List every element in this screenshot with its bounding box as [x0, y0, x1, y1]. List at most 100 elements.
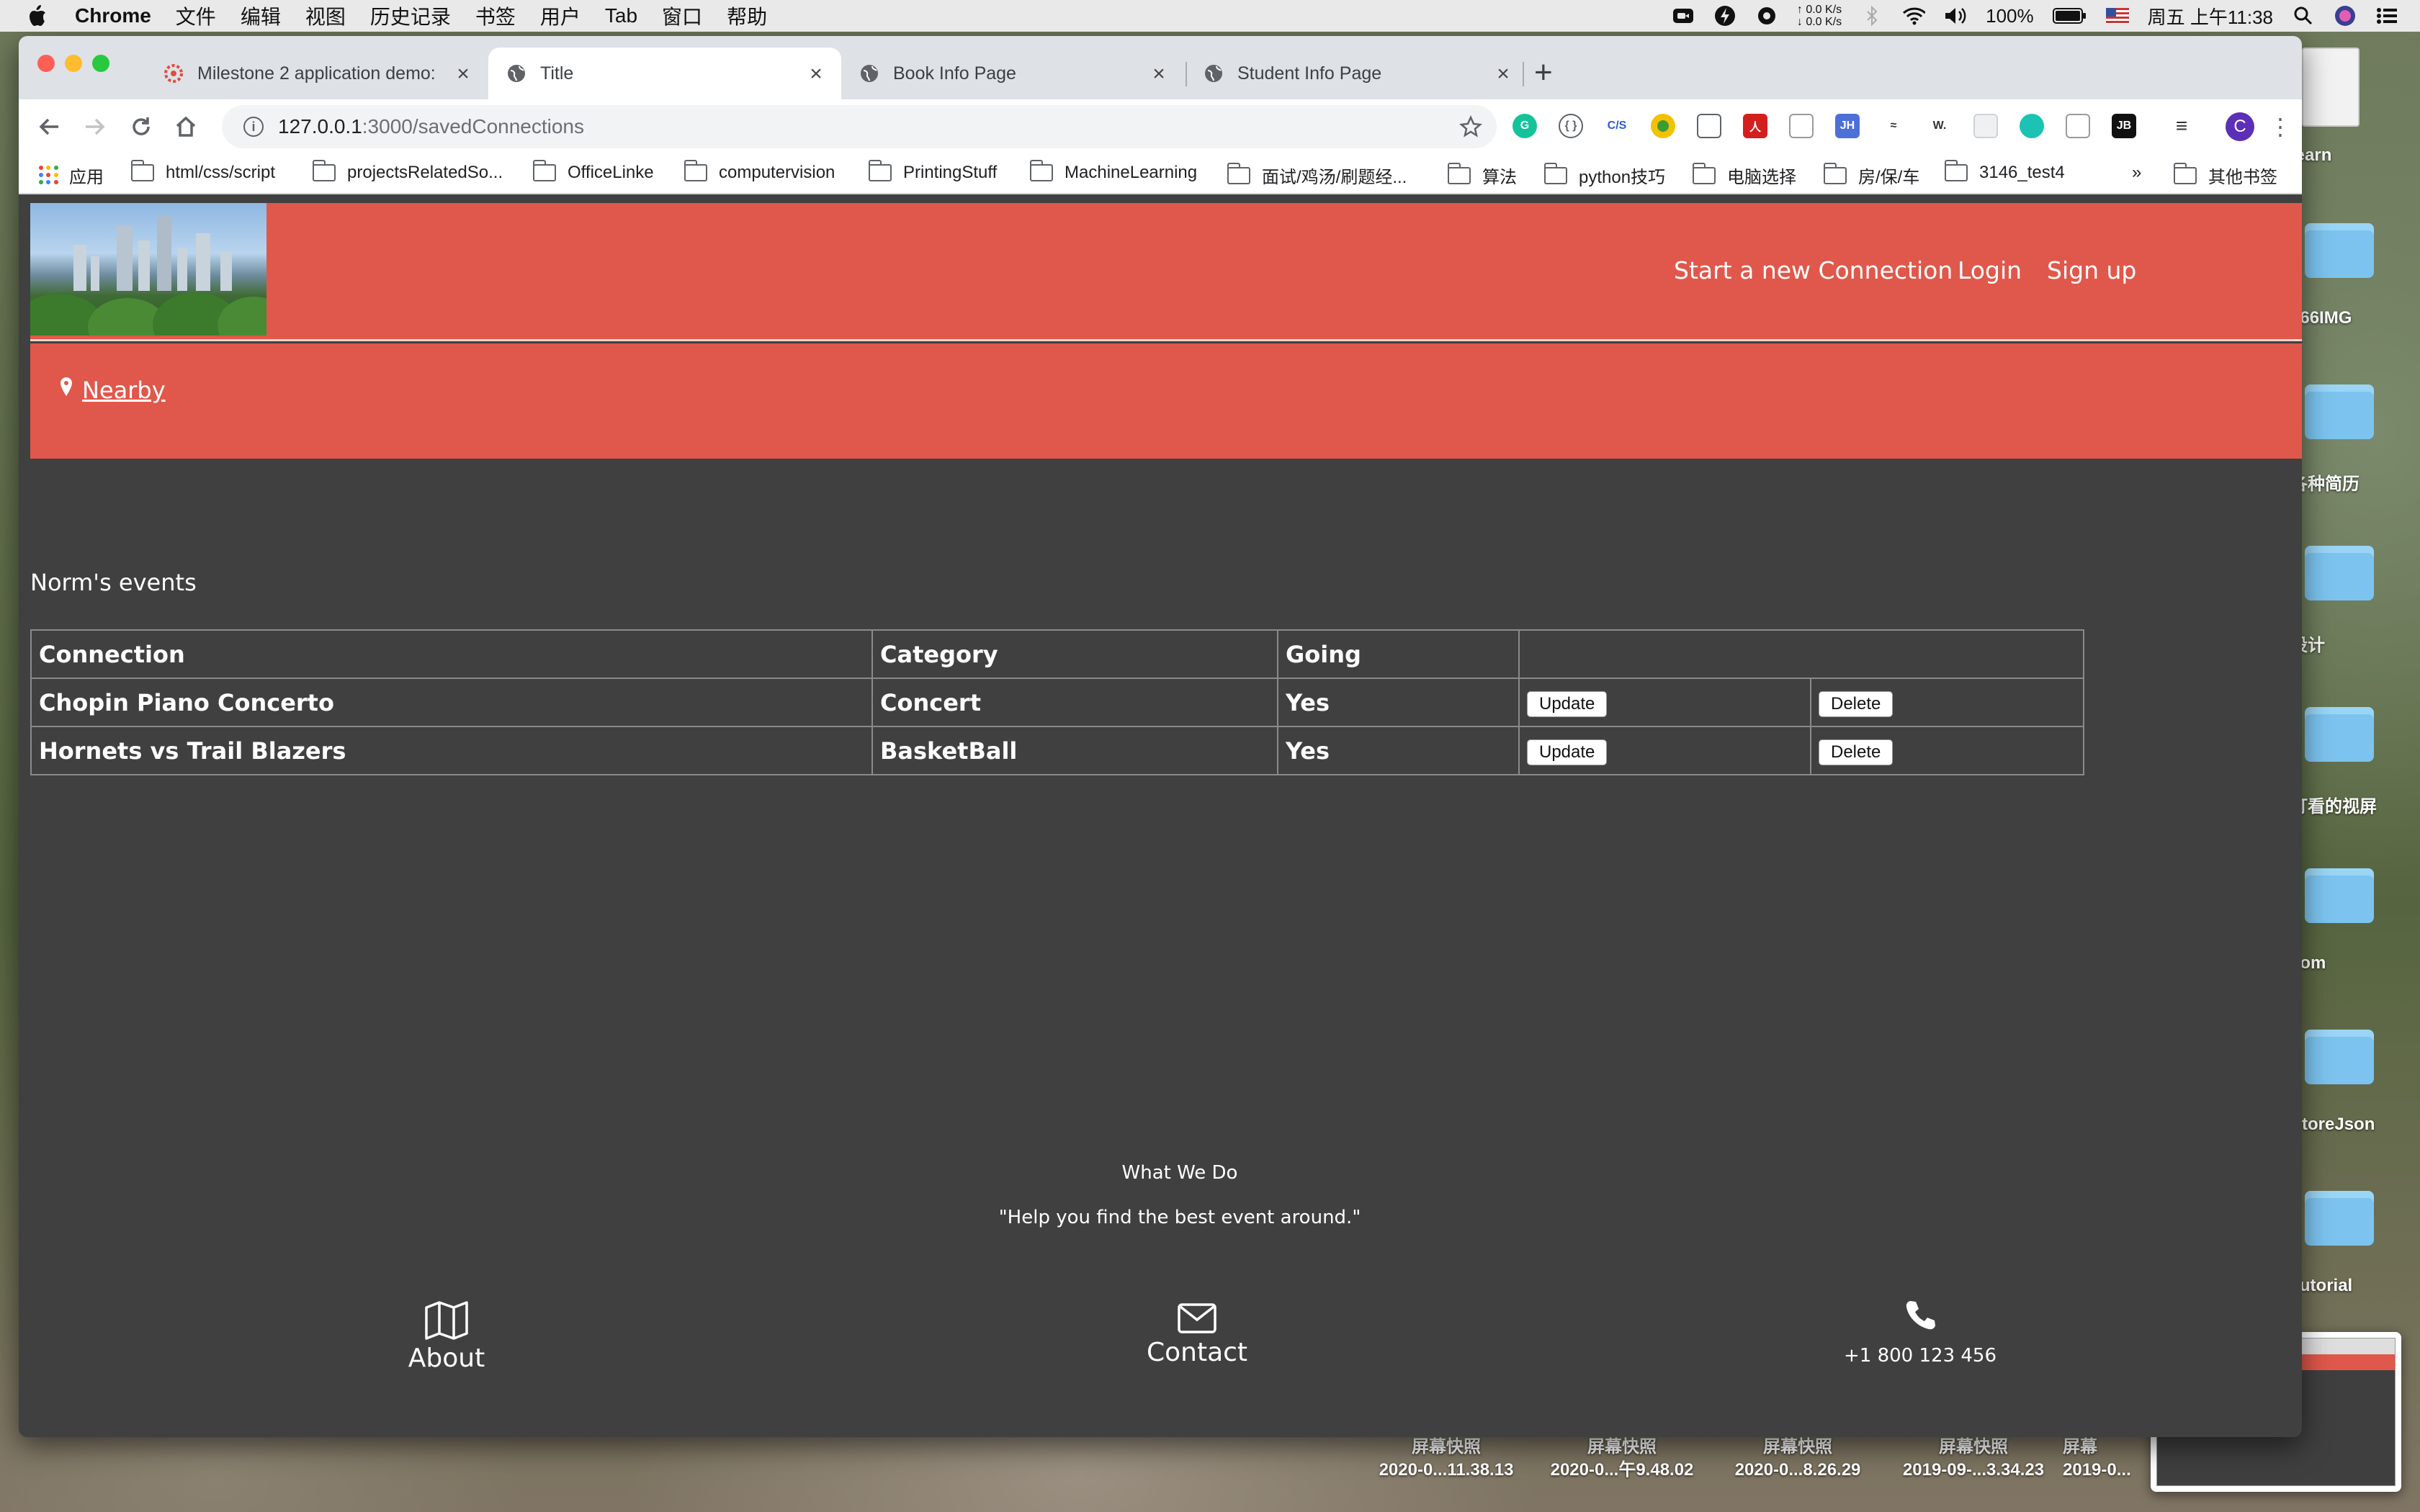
- close-window-button[interactable]: [37, 55, 55, 72]
- delete-button[interactable]: Delete: [1819, 691, 1894, 717]
- close-tab-icon[interactable]: ×: [1492, 62, 1514, 86]
- tab-book-info[interactable]: Book Info Page ×: [841, 48, 1184, 99]
- media-queue-icon[interactable]: ≡: [2169, 114, 2194, 138]
- update-button[interactable]: Update: [1527, 739, 1608, 765]
- json-extension-icon[interactable]: { }: [1559, 114, 1583, 138]
- desktop-screenshot-1[interactable]: 屏幕快照 2020-0...11.38.13: [1360, 1436, 1533, 1482]
- jetbrains-extension-icon[interactable]: JB: [2112, 114, 2136, 138]
- folder-icon[interactable]: [2305, 1030, 2374, 1084]
- menu-app-name[interactable]: Chrome: [75, 4, 151, 27]
- grid-extension-icon[interactable]: [1973, 114, 1998, 138]
- menu-window[interactable]: 窗口: [662, 1, 702, 30]
- bookmark-folder[interactable]: 3146_test4: [1944, 160, 2065, 183]
- w-extension-icon[interactable]: W.: [1927, 114, 1952, 138]
- address-bar[interactable]: i 127.0.0.1:3000/savedConnections: [222, 105, 1497, 148]
- bookmark-folder[interactable]: 房/保/车: [1823, 162, 1919, 188]
- bookmark-folder[interactable]: python技巧: [1543, 162, 1665, 188]
- video-camera-icon[interactable]: [1672, 4, 1695, 27]
- teal-extension-icon[interactable]: [2020, 114, 2044, 138]
- forward-arrow-icon[interactable]: [82, 114, 108, 140]
- folder-icon[interactable]: [2305, 707, 2374, 762]
- other-bookmarks-folder[interactable]: 其他书签: [2173, 162, 2277, 188]
- apple-icon[interactable]: [26, 4, 48, 28]
- menu-view[interactable]: 视图: [305, 1, 346, 30]
- lightning-icon[interactable]: [1713, 4, 1736, 27]
- minimize-window-button[interactable]: [65, 55, 82, 72]
- desktop-screenshot-3[interactable]: 屏幕快照 2020-0...8.26.29: [1711, 1436, 1884, 1482]
- bookmark-folder[interactable]: PrintingStuff: [868, 160, 997, 183]
- tab-milestone-demo[interactable]: Milestone 2 application demo: ×: [145, 48, 488, 99]
- input-source-flag-icon[interactable]: [2105, 4, 2129, 27]
- bookmark-star-icon[interactable]: [1459, 114, 1482, 143]
- pdf-extension-icon[interactable]: 人: [1743, 114, 1767, 138]
- bookmark-folder[interactable]: MachineLearning: [1029, 160, 1197, 183]
- grammarly-extension-icon[interactable]: G: [1512, 114, 1537, 138]
- new-tab-button[interactable]: +: [1534, 55, 1553, 91]
- menu-file[interactable]: 文件: [176, 1, 216, 30]
- back-arrow-icon[interactable]: [36, 114, 62, 140]
- tab-student-info[interactable]: Student Info Page ×: [1186, 48, 1528, 99]
- bluetooth-icon[interactable]: [1860, 4, 1883, 27]
- footer-phone[interactable]: +1 800 123 456: [1827, 1299, 2014, 1367]
- menu-history[interactable]: 历史记录: [370, 1, 451, 30]
- folder-icon[interactable]: [2305, 384, 2374, 439]
- site-logo-city-skyline[interactable]: [30, 203, 266, 336]
- menu-help[interactable]: 帮助: [727, 1, 767, 30]
- bookmark-folder[interactable]: 电脑选择: [1692, 162, 1796, 188]
- menu-tab[interactable]: Tab: [605, 4, 637, 27]
- jh-extension-icon[interactable]: JH: [1835, 114, 1860, 138]
- delete-button[interactable]: Delete: [1819, 739, 1894, 765]
- nav-sign-up[interactable]: Sign up: [2047, 256, 2136, 284]
- nav-login[interactable]: Login: [1958, 256, 2022, 284]
- spotlight-search-icon[interactable]: [2292, 4, 2315, 27]
- green-circle-extension-icon[interactable]: [1651, 114, 1675, 138]
- folder-icon[interactable]: [2305, 223, 2374, 278]
- signal-extension-icon[interactable]: ≈: [1881, 114, 1906, 138]
- desktop-label-videos[interactable]: 打看的视屏: [2290, 792, 2420, 817]
- bookmark-folder[interactable]: OfficeLinke: [532, 160, 654, 183]
- info-icon[interactable]: i: [243, 117, 264, 137]
- nearby-link[interactable]: Nearby: [59, 377, 166, 404]
- desktop-screenshot-4[interactable]: 屏幕快照 2019-09-...3.34.23: [1887, 1436, 2060, 1482]
- volume-icon[interactable]: [1944, 4, 1967, 27]
- screenshot-extension-icon[interactable]: [1789, 114, 1814, 138]
- desktop-label-166img[interactable]: 166IMG: [2290, 308, 2420, 328]
- desktop-label-design[interactable]: 设计: [2290, 631, 2420, 656]
- cloud-sync-icon[interactable]: [1755, 4, 1778, 27]
- bookmark-folder[interactable]: html/css/script: [130, 160, 275, 183]
- nav-start-new-connection[interactable]: Start a new Connection: [1674, 256, 1953, 284]
- desktop-label-com[interactable]: com: [2290, 953, 2420, 973]
- folder-icon[interactable]: [2305, 546, 2374, 600]
- notification-center-icon[interactable]: [2375, 4, 2398, 27]
- desktop-screenshot-5[interactable]: 屏幕 2019-0...: [2063, 1436, 2149, 1482]
- reload-icon[interactable]: [128, 114, 154, 140]
- profile-avatar[interactable]: C: [2226, 112, 2254, 141]
- desktop-label-learn[interactable]: learn: [2290, 145, 2420, 166]
- bookmark-folder[interactable]: projectsRelatedSo...: [312, 160, 503, 183]
- zoom-window-button[interactable]: [92, 55, 109, 72]
- menu-edit[interactable]: 编辑: [241, 1, 281, 30]
- update-button[interactable]: Update: [1527, 691, 1608, 717]
- menu-bookmarks[interactable]: 书签: [475, 1, 516, 30]
- desktop-label-resumes[interactable]: 各种简历: [2290, 469, 2420, 495]
- bookmark-apps[interactable]: 应用: [39, 163, 104, 188]
- desktop-screenshot-2[interactable]: 屏幕快照 2020-0...午9.48.02: [1536, 1436, 1708, 1482]
- cs-extension-icon[interactable]: C/S: [1605, 114, 1629, 138]
- menu-clock[interactable]: 周五 上午11:38: [2148, 3, 2273, 30]
- folder-icon[interactable]: [2305, 1191, 2374, 1246]
- battery-icon[interactable]: [2052, 4, 2087, 27]
- more-bookmarks-button[interactable]: »: [2132, 163, 2141, 183]
- tab-title-active[interactable]: Title ×: [488, 48, 841, 99]
- footer-contact-link[interactable]: Contact: [1106, 1300, 1288, 1367]
- bookmark-folder[interactable]: 算法: [1447, 162, 1517, 188]
- bookmark-folder[interactable]: computervision: [684, 160, 835, 183]
- window-extension-icon[interactable]: [2066, 114, 2090, 138]
- desktop-label-tutorial[interactable]: Tutorial: [2290, 1276, 2420, 1296]
- menu-people[interactable]: 用户: [540, 1, 581, 30]
- close-tab-icon[interactable]: ×: [805, 62, 827, 86]
- desktop-label-storejson[interactable]: StoreJson: [2290, 1115, 2420, 1135]
- footer-about-link[interactable]: About: [363, 1300, 530, 1373]
- more-menu-icon[interactable]: ⋮: [2269, 112, 2292, 141]
- close-tab-icon[interactable]: ×: [452, 62, 474, 86]
- home-icon[interactable]: [173, 114, 199, 140]
